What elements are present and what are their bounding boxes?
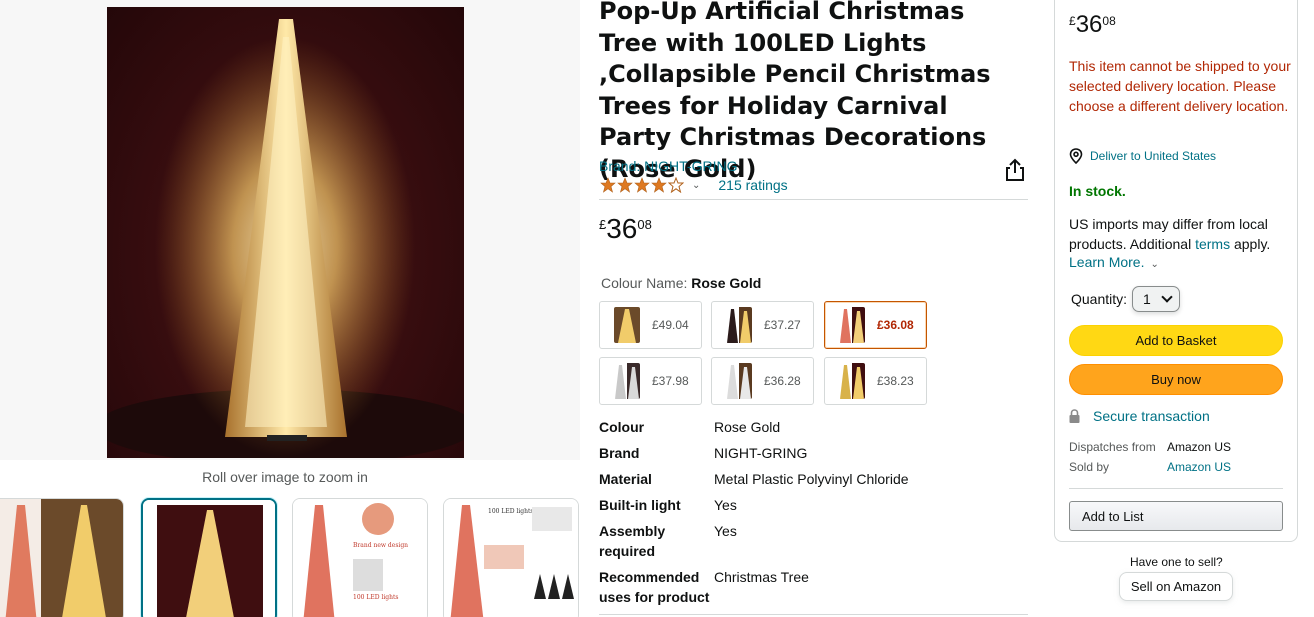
buy-now-button[interactable]: Buy now: [1069, 364, 1283, 395]
divider: [599, 199, 1028, 200]
star-rating[interactable]: [600, 177, 684, 193]
chevron-down-icon[interactable]: ⌄: [692, 180, 700, 191]
spec-value: Yes: [714, 523, 737, 539]
ratings-count-link[interactable]: 215 ratings: [718, 177, 787, 193]
import-note-suffix: apply.: [1230, 236, 1271, 252]
svg-text:100 LED lights: 100 LED lights: [488, 508, 533, 515]
rating-row[interactable]: ⌄ 215 ratings: [600, 177, 788, 193]
colour-label-text: Colour Name:: [601, 275, 688, 291]
swatch-image: [726, 363, 752, 399]
spec-value: Metal Plastic Polyvinyl Chloride: [714, 471, 909, 487]
buybox-price: £ 36 08: [1069, 11, 1116, 39]
colour-swatch-1[interactable]: £49.04: [599, 301, 702, 349]
price-symbol: £: [1069, 14, 1076, 28]
swatch-price: £36.28: [764, 374, 801, 388]
spec-value: Christmas Tree: [714, 569, 809, 585]
svg-text:100 LED lights: 100 LED lights: [353, 594, 398, 601]
star-full-icon: [600, 177, 616, 193]
spec-key: Recommended uses for product: [599, 569, 710, 605]
colour-swatch-2[interactable]: £37.27: [711, 301, 814, 349]
thumbnail-3[interactable]: Brand new design 100 LED lights: [292, 498, 428, 617]
colour-swatch-5[interactable]: £36.28: [711, 357, 814, 405]
brand-link[interactable]: Brand: NIGHT-GRING: [599, 158, 737, 174]
svg-text:Brand new design: Brand new design: [353, 542, 408, 549]
learn-more-text[interactable]: Learn More.: [1069, 254, 1144, 270]
spec-value: Yes: [714, 497, 737, 513]
colour-selected-value: Rose Gold: [691, 275, 762, 291]
deliver-to-text[interactable]: Deliver to United States: [1090, 149, 1216, 163]
swatch-price: £49.04: [652, 318, 689, 332]
thumbnail-2[interactable]: [141, 498, 277, 617]
divider: [599, 614, 1028, 615]
thumbnail-1[interactable]: [0, 498, 124, 617]
secure-transaction-text[interactable]: Secure transaction: [1093, 408, 1210, 424]
secure-transaction[interactable]: Secure transaction: [1069, 408, 1210, 424]
swatch-price: £37.98: [652, 374, 689, 388]
learn-more-link[interactable]: Learn More. ⌄: [1069, 254, 1159, 270]
main-product-image[interactable]: [107, 7, 464, 458]
price-fraction: 08: [1102, 14, 1116, 28]
swatch-image: [614, 363, 640, 399]
divider: [1069, 488, 1283, 489]
deliver-to-link[interactable]: Deliver to United States: [1069, 148, 1216, 164]
chevron-down-icon: [1161, 291, 1173, 303]
dispatches-from-value: Amazon US: [1167, 440, 1232, 454]
add-to-basket-button[interactable]: Add to Basket: [1069, 325, 1283, 356]
swatch-price: £36.08: [877, 318, 914, 332]
spec-key: Colour: [599, 419, 645, 435]
chevron-down-icon[interactable]: ⌄: [1150, 259, 1158, 270]
quantity-row: Quantity: 1: [1071, 286, 1181, 312]
spec-key: Assembly required: [599, 523, 666, 559]
price-whole: 36: [606, 213, 638, 244]
colour-swatch-3[interactable]: £36.08: [824, 301, 927, 349]
sell-prompt: Have one to sell?: [1130, 555, 1223, 569]
product-price: £ 36 08: [599, 212, 652, 246]
dispatches-from-label: Dispatches from: [1069, 440, 1156, 454]
spec-key: Brand: [599, 445, 640, 461]
swatch-image: [839, 307, 865, 343]
shipping-warning: This item cannot be shipped to your sele…: [1069, 58, 1291, 114]
colour-name-label: Colour Name: Rose Gold: [601, 275, 761, 291]
stock-status: In stock.: [1069, 183, 1126, 199]
price-fraction: 08: [637, 217, 652, 232]
spec-key: Built-in light: [599, 497, 681, 513]
star-full-icon: [651, 177, 667, 193]
lock-icon: [1069, 409, 1080, 423]
terms-link[interactable]: terms: [1195, 236, 1230, 252]
add-to-list-button[interactable]: Add to List: [1069, 501, 1283, 531]
swatch-price: £38.23: [877, 374, 914, 388]
spec-key: Material: [599, 471, 652, 487]
swatch-image: [839, 363, 865, 399]
swatch-price: £37.27: [764, 318, 801, 332]
import-note: US imports may differ from local product…: [1069, 214, 1291, 254]
sell-on-amazon-button[interactable]: Sell on Amazon: [1119, 572, 1233, 601]
spec-value: Rose Gold: [714, 419, 781, 435]
swatch-image: [726, 307, 752, 343]
main-image-area: [0, 0, 580, 460]
star-full-icon: [617, 177, 633, 193]
location-pin-icon: [1069, 148, 1083, 164]
spec-value: NIGHT-GRING: [714, 445, 808, 461]
colour-swatch-4[interactable]: £37.98: [599, 357, 702, 405]
quantity-value: 1: [1143, 291, 1151, 307]
star-empty-icon: [668, 177, 684, 193]
zoom-hint: Roll over image to zoom in: [202, 469, 368, 485]
thumbnail-4[interactable]: 100 LED lights: [443, 498, 579, 617]
price-whole: 36: [1075, 11, 1103, 38]
sold-by-label: Sold by: [1069, 460, 1110, 474]
sold-by-link[interactable]: Amazon US: [1167, 460, 1287, 474]
swatch-image: [614, 307, 640, 343]
share-icon[interactable]: [1004, 158, 1026, 182]
price-symbol: £: [599, 217, 607, 232]
quantity-select[interactable]: 1: [1132, 286, 1181, 312]
star-full-icon: [634, 177, 650, 193]
quantity-label: Quantity:: [1071, 291, 1128, 307]
colour-swatch-6[interactable]: £38.23: [824, 357, 927, 405]
